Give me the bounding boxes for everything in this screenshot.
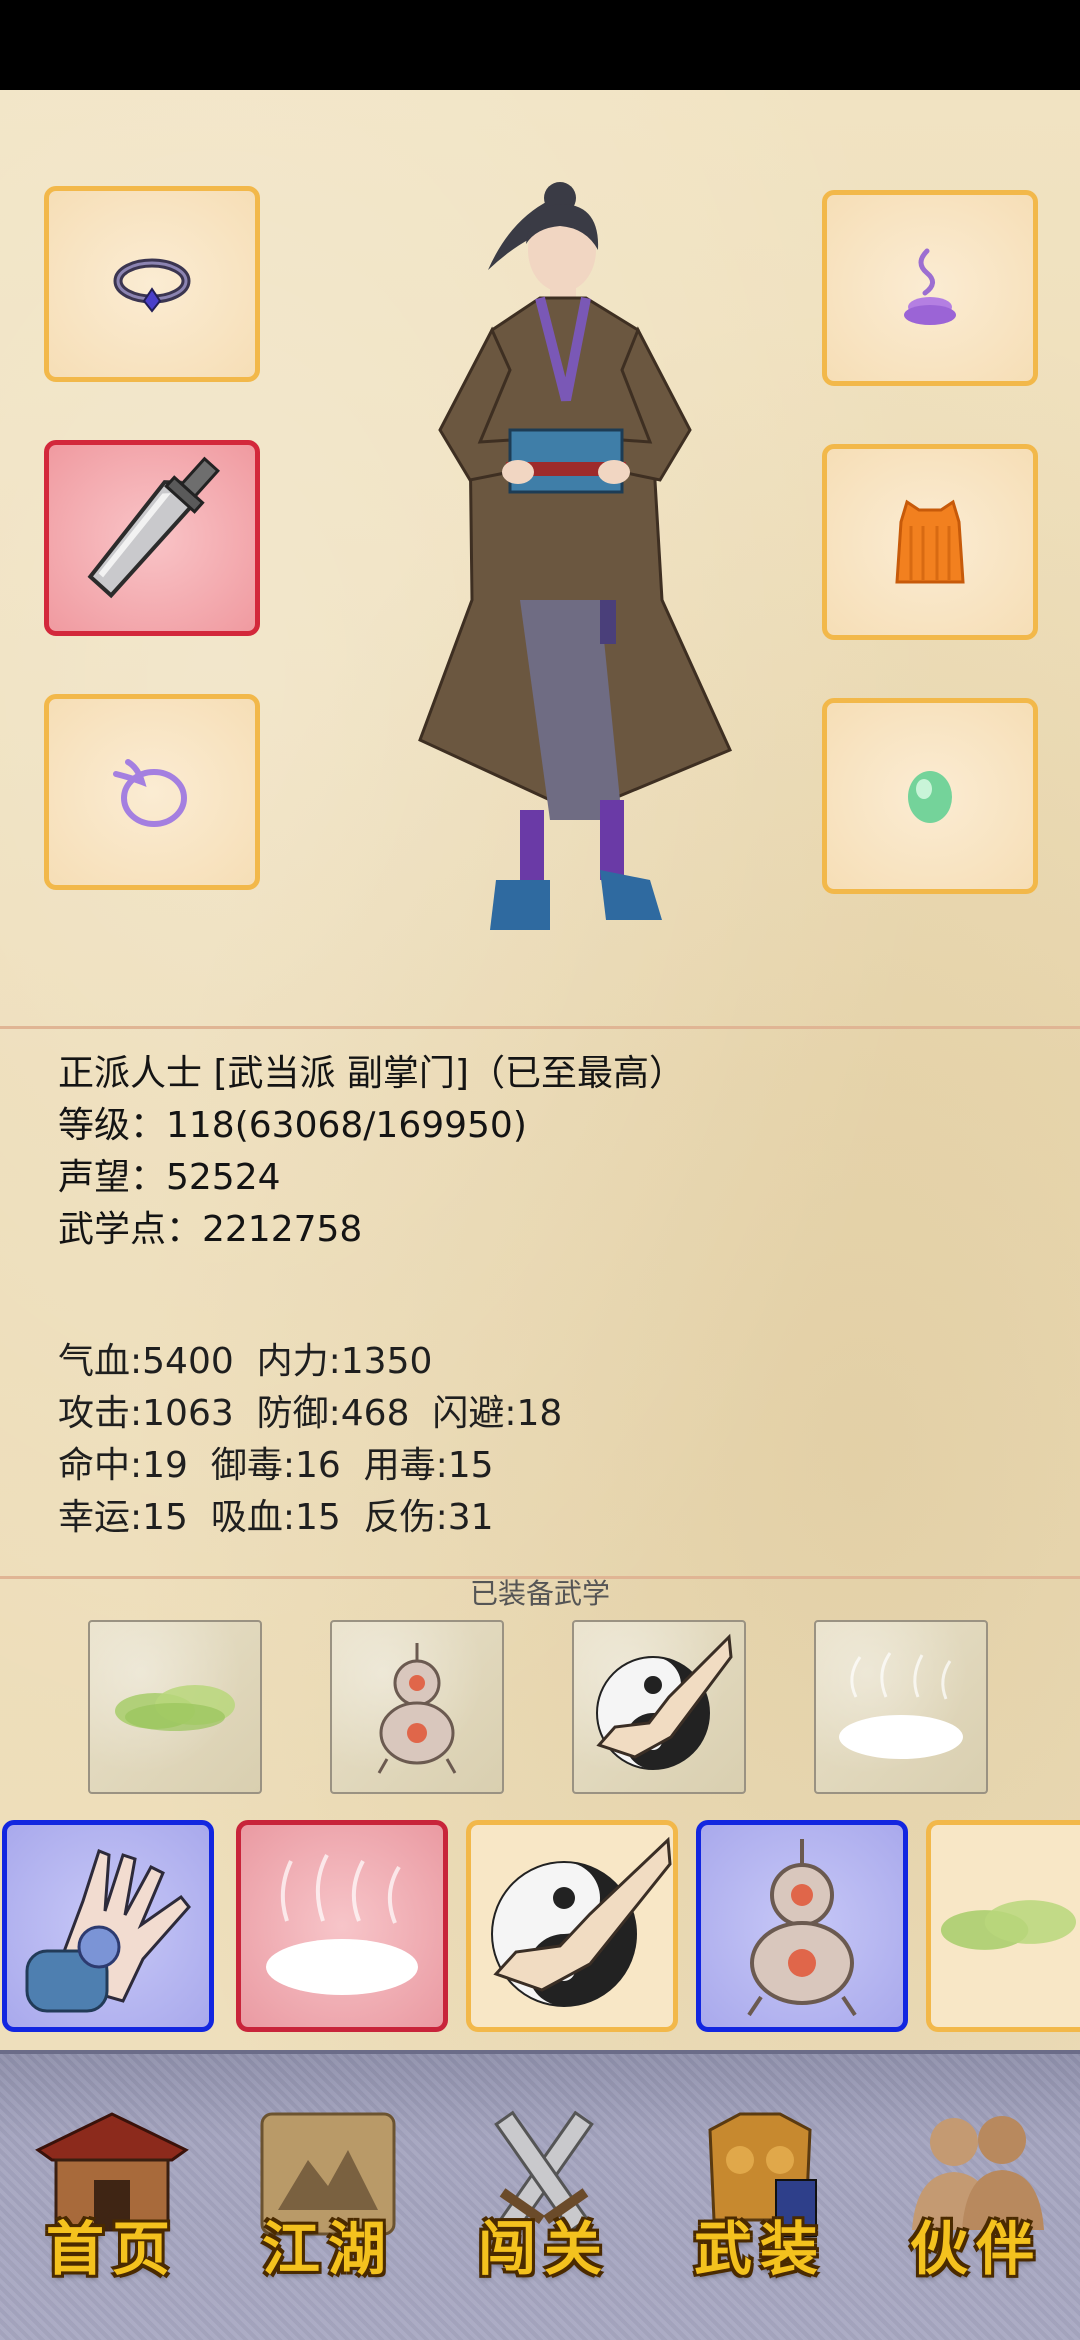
taiji-fist-icon	[491, 1836, 672, 2007]
green-cloud-icon	[940, 1900, 1077, 1950]
equipped-skill-slot-4[interactable]	[814, 1620, 988, 1794]
white-mist-icon	[839, 1652, 963, 1759]
broadsword-icon	[87, 456, 220, 599]
palm-icon	[25, 1849, 191, 2013]
nav-home-label: 首页	[45, 2215, 178, 2283]
nav-equipment-label: 武装	[693, 2215, 826, 2283]
green-cloud-icon	[115, 1685, 235, 1731]
nav-home[interactable]: 首页	[12, 2100, 212, 2300]
gourd-icon	[747, 1839, 857, 2017]
skill-library-item-2[interactable]	[236, 1820, 448, 2032]
nav-jianghu-label: 江湖	[261, 2215, 394, 2283]
character-avatar	[418, 182, 733, 930]
ring-icon	[113, 258, 191, 313]
character-title: 正派人士 [武当派 副掌门]（已至最高）	[58, 1053, 685, 1094]
nav-challenge[interactable]: 闯关	[444, 2100, 644, 2300]
equipment-slot-armor[interactable]	[822, 444, 1038, 640]
stats-row-2: 攻击:1063 防御:468 闪避:18	[58, 1393, 563, 1434]
equipped-skills-title: 已装备武学	[469, 1577, 610, 1610]
skill-library-item-5[interactable]	[926, 1820, 1080, 2032]
skill-library-item-4[interactable]	[696, 1820, 908, 2032]
nav-challenge-label: 闯关	[477, 2215, 610, 2283]
character-martial-points: 武学点：2212758	[58, 1209, 363, 1250]
stats-row-1: 气血:5400 内力:1350	[58, 1341, 433, 1382]
section-divider	[0, 1026, 1080, 1029]
stats-row-3: 命中:19 御毒:16 用毒:15	[58, 1445, 494, 1486]
stats-row-4: 幸运:15 吸血:15 反伤:31	[58, 1497, 494, 1538]
equipped-skill-slot-1[interactable]	[88, 1620, 262, 1794]
skill-library-item-3[interactable]	[466, 1820, 678, 2032]
equipment-slot-jade[interactable]	[822, 698, 1038, 894]
equipment-slot-weapon[interactable]	[44, 440, 260, 636]
nav-partner[interactable]: 伙伴	[876, 2100, 1076, 2300]
gourd-icon	[377, 1643, 457, 1774]
nav-equipment[interactable]: 武装	[660, 2100, 860, 2300]
skill-library-item-1[interactable]	[2, 1820, 214, 2032]
jade-icon	[908, 771, 952, 823]
nav-jianghu[interactable]: 江湖	[228, 2100, 428, 2300]
equipment-slot-accessory[interactable]	[44, 694, 260, 890]
character-level: 等级：118(63068/169950)	[58, 1105, 527, 1146]
robe-icon	[895, 499, 965, 584]
status-bar	[0, 0, 1080, 90]
ribbon-icon	[113, 759, 187, 827]
equipment-slot-ring[interactable]	[44, 186, 260, 382]
equipped-skill-slot-2[interactable]	[330, 1620, 504, 1794]
character-reputation: 声望：52524	[58, 1157, 281, 1198]
equipped-skill-slot-3[interactable]	[572, 1620, 746, 1794]
equipment-slot-charm[interactable]	[822, 190, 1038, 386]
incense-icon	[904, 248, 956, 325]
nav-partner-label: 伙伴	[909, 2215, 1042, 2283]
white-mist-icon	[266, 1854, 418, 1995]
taiji-fist-icon	[596, 1633, 733, 1770]
